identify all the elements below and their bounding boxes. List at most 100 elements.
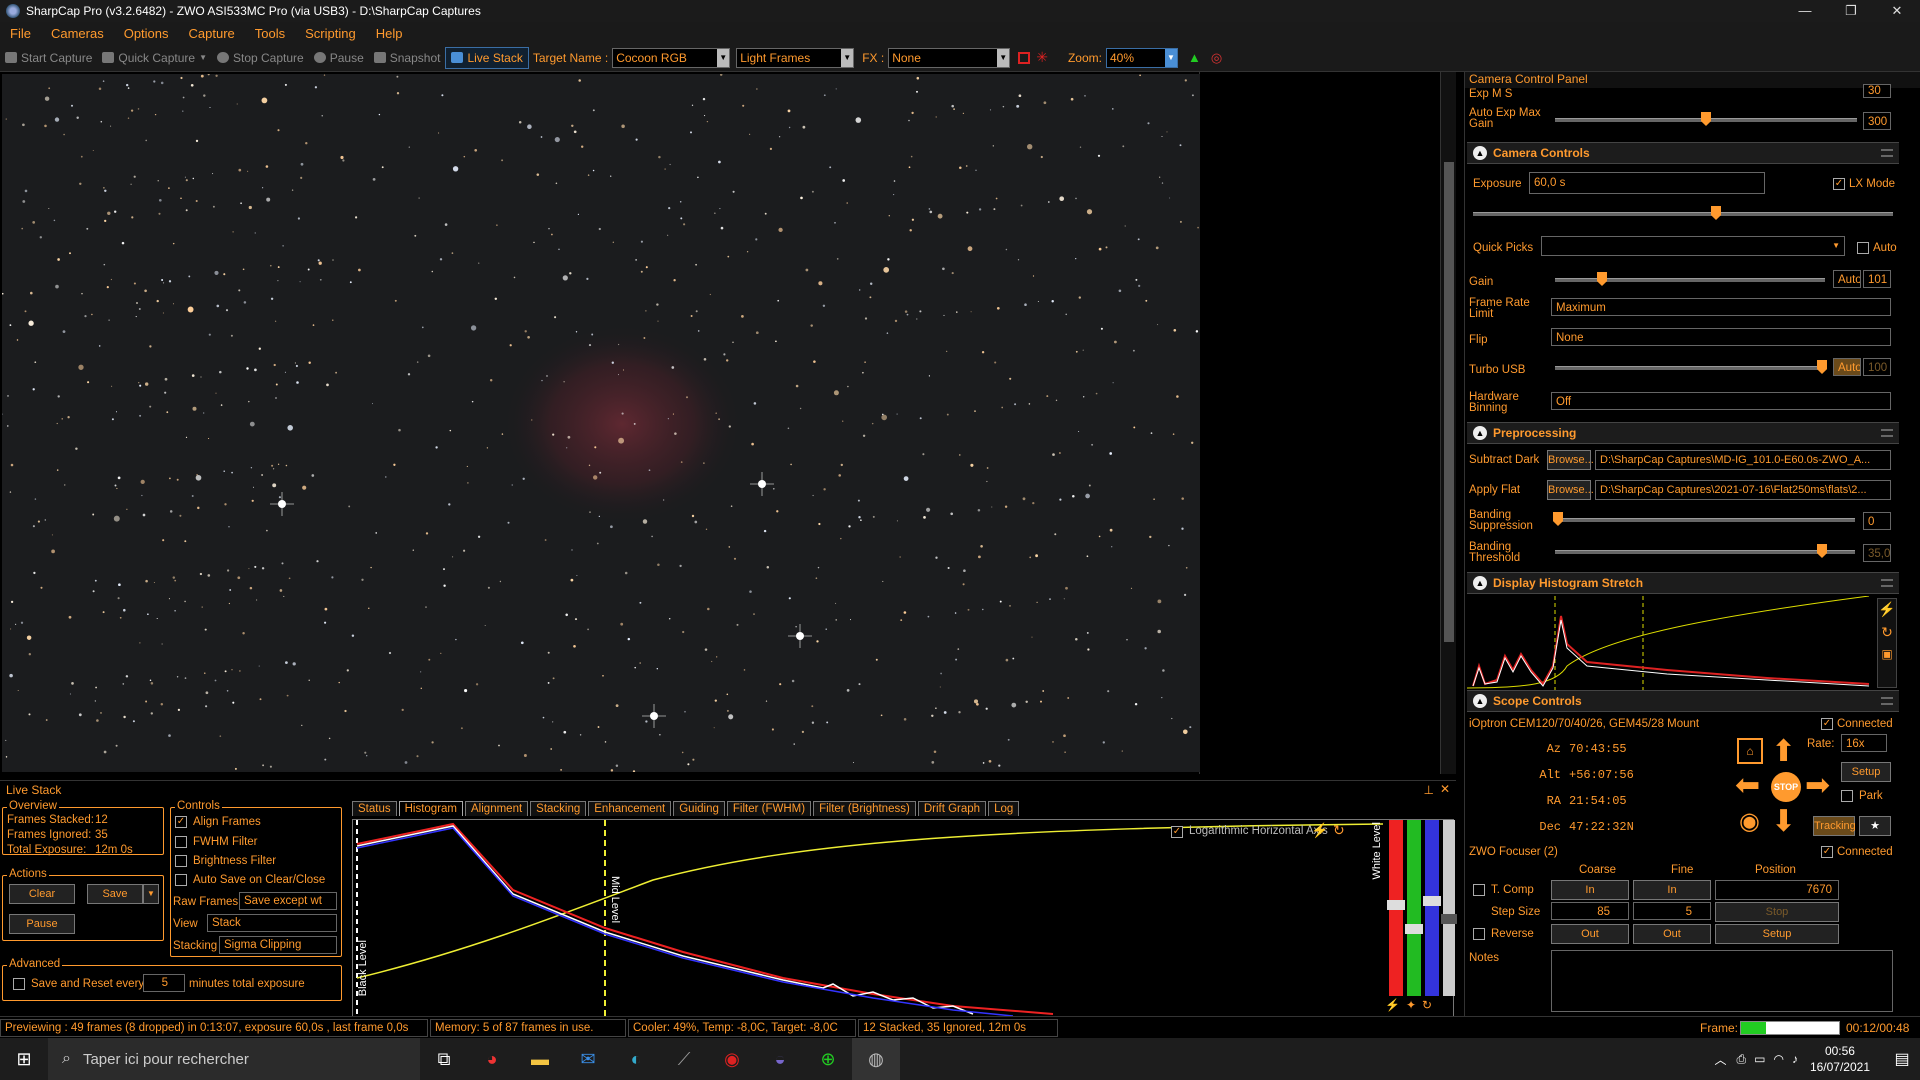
save-icon[interactable]: ▣: [1878, 647, 1896, 661]
save-button[interactable]: Save: [87, 884, 143, 904]
banding-suppression-slider[interactable]: [1553, 512, 1855, 526]
taskbar-clock[interactable]: 00:56 16/07/2021: [1810, 1043, 1870, 1075]
coarse-step-input[interactable]: 85: [1551, 902, 1629, 920]
chevron-up-icon[interactable]: ▲: [1473, 426, 1487, 440]
auto-exp-max-gain-value[interactable]: 300: [1863, 112, 1891, 130]
fine-out-button[interactable]: Out: [1633, 924, 1711, 944]
luminance-channel-slider[interactable]: [1441, 820, 1457, 996]
close-button[interactable]: ✕: [1874, 0, 1920, 22]
live-stack-button[interactable]: Live Stack: [445, 46, 529, 69]
lx-mode-checkbox[interactable]: ✓: [1833, 178, 1845, 190]
tracking-button[interactable]: Tracking: [1813, 816, 1856, 836]
focuser-stop-button[interactable]: Stop: [1715, 902, 1839, 922]
menu-cameras[interactable]: Cameras: [41, 26, 114, 41]
reset-icon[interactable]: ↻: [1333, 822, 1345, 839]
quick-picks-select[interactable]: ▼: [1541, 236, 1845, 256]
roi-icon[interactable]: [1018, 51, 1031, 64]
apply-flat-browse-button[interactable]: Browse...: [1547, 480, 1594, 500]
tab-histogram[interactable]: Histogram: [398, 801, 464, 816]
menu-file[interactable]: File: [0, 26, 41, 41]
banding-threshold-slider[interactable]: [1555, 544, 1855, 558]
task-view-icon[interactable]: ⧉: [420, 1038, 468, 1080]
notification-icon[interactable]: ▤: [1884, 1049, 1920, 1069]
reset-icon[interactable]: ↻: [1422, 998, 1432, 1014]
target-app-icon[interactable]: ◉: [708, 1038, 756, 1080]
menu-scripting[interactable]: Scripting: [295, 26, 366, 41]
goto-icon[interactable]: ⌂: [1737, 738, 1763, 764]
chevron-down-icon[interactable]: ▼: [841, 48, 854, 67]
north-arrow-icon[interactable]: ⬆: [1771, 736, 1796, 768]
zoom-select[interactable]: 40% ▼: [1105, 47, 1178, 68]
tray-chevron-icon[interactable]: ︿: [1714, 1051, 1726, 1068]
lightning-icon[interactable]: ⚡: [1311, 822, 1328, 839]
banding-threshold-value[interactable]: 35,0: [1863, 544, 1891, 562]
slider-knob[interactable]: [1597, 272, 1607, 286]
lightning-icon[interactable]: ⚡: [1878, 601, 1896, 618]
fwhm-filter-checkbox[interactable]: [175, 836, 187, 848]
chevron-up-icon[interactable]: ▲: [1473, 576, 1487, 590]
menu-icon[interactable]: [1881, 697, 1893, 705]
west-arrow-icon[interactable]: ⬅: [1735, 770, 1760, 802]
tab-status[interactable]: Status: [352, 801, 397, 816]
banding-suppression-value[interactable]: 0: [1863, 512, 1891, 530]
start-capture-button[interactable]: Start Capture: [0, 47, 97, 69]
slider-knob[interactable]: [1711, 206, 1721, 220]
star-tool-icon[interactable]: ✦: [1406, 998, 1416, 1014]
mail-icon[interactable]: ✉: [564, 1038, 612, 1080]
pause-button[interactable]: Pause: [309, 47, 369, 69]
save-reset-checkbox[interactable]: [13, 978, 25, 990]
save-reset-input[interactable]: 5: [143, 974, 185, 992]
menu-help[interactable]: Help: [366, 26, 413, 41]
slider-knob[interactable]: [1817, 360, 1827, 374]
slider-knob[interactable]: [1701, 112, 1711, 126]
turbo-usb-auto-button[interactable]: Auto: [1833, 358, 1861, 376]
telescope-app-icon[interactable]: ⟋: [660, 1038, 708, 1080]
auto-save-checkbox[interactable]: [175, 874, 187, 886]
focuser-connected-checkbox[interactable]: ✓: [1821, 846, 1833, 858]
sharpcap-taskbar-icon[interactable]: ◍: [852, 1038, 900, 1080]
turbo-usb-value[interactable]: 100: [1863, 358, 1891, 376]
tracking-mode-select[interactable]: ★: [1859, 816, 1891, 836]
minimize-button[interactable]: —: [1782, 0, 1828, 22]
log-axis-checkbox[interactable]: ✓: [1171, 826, 1183, 838]
windows-start-icon[interactable]: ⊞: [0, 1038, 48, 1080]
align-frames-checkbox[interactable]: ✓: [175, 816, 187, 828]
menu-icon[interactable]: [1881, 579, 1893, 587]
frame-type-select[interactable]: Light Frames ▼: [736, 47, 855, 68]
crosshair-icon[interactable]: ✳: [1036, 49, 1048, 66]
tcomp-checkbox[interactable]: [1473, 884, 1485, 896]
scrollbar-thumb[interactable]: [1444, 162, 1454, 642]
flip-select[interactable]: None: [1551, 328, 1891, 346]
blue-channel-slider[interactable]: [1423, 820, 1441, 996]
scope-controls-header[interactable]: ▲ Scope Controls: [1467, 690, 1899, 712]
tab-drift-graph[interactable]: Drift Graph: [917, 801, 987, 816]
notes-textarea[interactable]: [1551, 950, 1893, 1012]
tab-guiding[interactable]: Guiding: [673, 801, 725, 816]
scope-connected-checkbox[interactable]: ✓: [1821, 718, 1833, 730]
lightning-icon[interactable]: ⚡: [1385, 998, 1400, 1014]
fx-select[interactable]: None ▼: [888, 47, 1011, 68]
tab-filter-fwhm[interactable]: Filter (FWHM): [726, 801, 812, 816]
battery-icon[interactable]: ▭: [1754, 1052, 1765, 1066]
volume-icon[interactable]: ♪: [1792, 1052, 1798, 1066]
tab-alignment[interactable]: Alignment: [465, 801, 529, 816]
target-name-input[interactable]: Cocoon RGB ▼: [612, 47, 731, 68]
green-channel-slider[interactable]: [1405, 820, 1423, 996]
menu-options[interactable]: Options: [114, 26, 179, 41]
display-histogram-chart[interactable]: [1467, 596, 1873, 690]
close-icon[interactable]: ✕: [1440, 782, 1450, 796]
menu-icon[interactable]: [1881, 429, 1893, 437]
pause-stack-button[interactable]: Pause: [9, 914, 75, 934]
network-icon[interactable]: ◠: [1773, 1052, 1783, 1066]
tab-stacking[interactable]: Stacking: [530, 801, 587, 816]
target-icon[interactable]: ◎: [1211, 50, 1222, 66]
display-histogram-header[interactable]: ▲ Display Histogram Stretch: [1467, 572, 1899, 594]
reverse-checkbox[interactable]: [1473, 928, 1485, 940]
scope-setup-button[interactable]: Setup: [1841, 762, 1891, 782]
file-explorer-icon[interactable]: ▬: [516, 1038, 564, 1080]
raw-frames-select[interactable]: Save except wt: [239, 892, 337, 910]
exposure-slider[interactable]: [1473, 206, 1893, 220]
save-options-dropdown[interactable]: ▼: [143, 884, 159, 904]
rate-select[interactable]: 16x: [1841, 734, 1887, 752]
fine-in-button[interactable]: In: [1633, 880, 1711, 900]
